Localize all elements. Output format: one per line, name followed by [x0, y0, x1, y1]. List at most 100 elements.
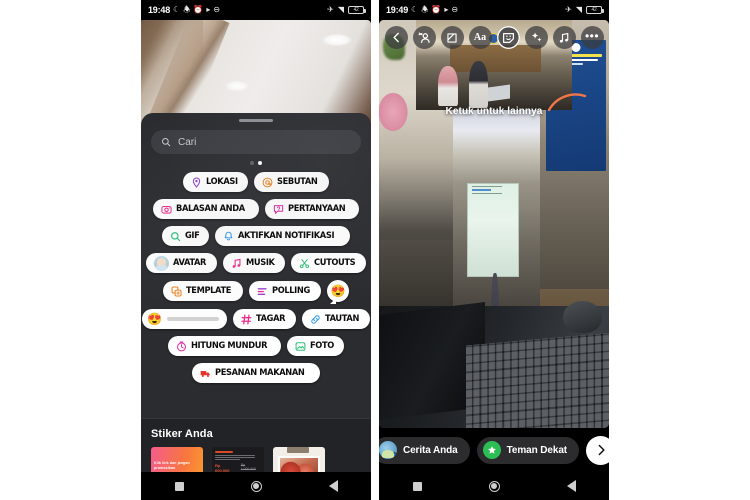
- back-button[interactable]: [384, 26, 408, 49]
- story-share-actions: Cerita Anda Teman Dekat: [379, 428, 609, 472]
- story-editor-canvas[interactable]: Ketuk untuk lainnya: [379, 20, 609, 428]
- sticker-row: GIF AKTIFKAN NOTIFIKASI: [141, 226, 371, 246]
- sticker-row: LOKASI SEBUTAN: [141, 172, 371, 192]
- dnd-icon: ⊖: [451, 5, 459, 14]
- sticker-musik[interactable]: MUSIK: [222, 253, 285, 273]
- sticker-avatar[interactable]: AVATAR: [145, 253, 217, 273]
- music-note-icon: [232, 258, 240, 268]
- sticker-foto[interactable]: FOTO: [287, 336, 345, 356]
- sticker-chip-grid: LOKASI SEBUTAN BALASAN ANDA PERTANYAAN G…: [141, 172, 371, 383]
- thumb-text-line: [215, 454, 255, 456]
- wifi-icon: ◥: [337, 5, 344, 14]
- sticker-label: AVATAR: [172, 257, 206, 268]
- sticker-label: MUSIK: [245, 257, 275, 268]
- sticker-emoji-slider[interactable]: 😍: [142, 309, 228, 329]
- airplane-icon: ✈: [565, 5, 572, 14]
- sticker-button[interactable]: [496, 26, 520, 49]
- sticker-label: HITUNG MUNDUR: [190, 340, 267, 351]
- slider-track[interactable]: [167, 317, 220, 321]
- sticker-sebutan[interactable]: SEBUTAN: [254, 172, 330, 192]
- search-icon: [170, 231, 181, 241]
- back-triangle-icon[interactable]: [328, 480, 338, 492]
- sticker-hitung-mundur[interactable]: HITUNG MUNDUR: [167, 336, 282, 356]
- screen-line: [471, 186, 502, 188]
- my-stickers-title: Stiker Anda: [151, 428, 213, 440]
- sticker-pesanan-makanan[interactable]: PESANAN MAKANAN: [191, 363, 321, 383]
- chevron-right-icon: [598, 444, 605, 456]
- chevron-left-icon: [392, 32, 399, 43]
- status-right-group: ✈ ◥ 42: [327, 5, 366, 14]
- template-icon: [171, 286, 182, 297]
- sticker-lokasi[interactable]: LOKASI: [182, 172, 249, 192]
- play-icon: ▸: [206, 5, 211, 14]
- back-triangle-icon[interactable]: [566, 480, 576, 492]
- sticker-label: BALASAN ANDA: [176, 203, 246, 214]
- music-button[interactable]: [552, 26, 576, 49]
- sticker-row: PESANAN MAKANAN: [141, 363, 371, 383]
- sticker-balasan-anda[interactable]: BALASAN ANDA: [153, 199, 260, 219]
- camera-icon: [161, 205, 173, 214]
- your-story-button[interactable]: Cerita Anda: [379, 436, 470, 464]
- vibrate-mute-icon: 🕭: [421, 5, 429, 14]
- screen-line: [471, 193, 502, 195]
- effects-button[interactable]: [524, 26, 548, 49]
- moon-icon: ☾: [173, 5, 181, 14]
- add-person-icon: [418, 32, 430, 43]
- right-android-nav-bar: [379, 472, 609, 500]
- bell-icon: [224, 231, 232, 240]
- sticker-smiley-icon: [502, 32, 514, 43]
- sticker-label: AKTIFKAN NOTIFIKASI: [237, 230, 335, 241]
- vibrate-mute-icon: 🕭: [183, 5, 191, 14]
- tag-people-button[interactable]: [412, 26, 436, 49]
- recents-square-icon[interactable]: [174, 481, 184, 491]
- screen-bar: [471, 189, 491, 192]
- share-next-button[interactable]: [586, 435, 609, 465]
- sticker-template[interactable]: TEMPLATE: [162, 281, 243, 301]
- battery-icon: 42: [348, 6, 366, 14]
- home-circle-icon[interactable]: [250, 480, 262, 492]
- drag-handle[interactable]: [239, 119, 273, 122]
- page-dot-active[interactable]: [258, 161, 262, 165]
- sticker-gif[interactable]: GIF: [161, 226, 209, 246]
- music-note-icon: [559, 32, 569, 43]
- thumb-text-line: [215, 456, 255, 459]
- sticker-label: TEMPLATE: [185, 285, 231, 296]
- search-input[interactable]: Cari: [151, 130, 361, 154]
- sticker-label: SEBUTAN: [277, 176, 318, 187]
- sticker-tautan[interactable]: TAUTAN: [301, 309, 370, 329]
- text-button[interactable]: Aa: [468, 26, 492, 49]
- sticker-aktifkan-notifikasi[interactable]: AKTIFKAN NOTIFIKASI: [214, 226, 351, 246]
- sticker-label: LOKASI: [205, 176, 238, 187]
- person-right: [468, 61, 488, 108]
- right-status-bar: 19:49 ☾ 🕭 ⏰ ▸ ⊖ ✈ ◥ 42: [379, 0, 609, 20]
- sticker-tagar[interactable]: TAGAR: [233, 309, 296, 329]
- sticker-label: FOTO: [310, 340, 335, 351]
- resize-button[interactable]: [440, 26, 464, 49]
- sticker-polling[interactable]: POLLING: [248, 281, 322, 301]
- sticker-label: PERTANYAAN: [288, 203, 346, 214]
- polaroid-tape: [287, 447, 309, 453]
- sticker-cutouts[interactable]: CUTOUTS: [290, 253, 367, 273]
- poll-bars-icon: [257, 287, 267, 295]
- countdown-clock-icon: [176, 340, 186, 351]
- story-editor-toolbar: Aa •••: [379, 26, 609, 49]
- sticker-label: PESANAN MAKANAN: [214, 367, 305, 378]
- home-circle-icon[interactable]: [488, 480, 500, 492]
- sticker-thumb-caption: Klik link dan jangan promosikan: [154, 461, 190, 470]
- battery-level: 42: [353, 7, 359, 13]
- alarm-icon: ⏰: [431, 5, 442, 14]
- status-left-group: 19:48 ☾ 🕭 ⏰ ▸ ⊖: [148, 5, 220, 15]
- sticker-pertanyaan[interactable]: PERTANYAAN: [265, 199, 359, 219]
- close-friends-button[interactable]: Teman Dekat: [476, 436, 580, 464]
- story-badge-icon: [389, 452, 397, 459]
- recents-square-icon[interactable]: [412, 481, 422, 491]
- sticker-label: GIF: [184, 230, 200, 241]
- more-button[interactable]: •••: [580, 26, 604, 49]
- status-time: 19:49: [386, 5, 409, 15]
- page-dot[interactable]: [250, 161, 254, 165]
- laptop-keyboard: [466, 332, 609, 428]
- sticker-row: BALASAN ANDA PERTANYAAN: [141, 199, 371, 219]
- sticker-emoji-reaction[interactable]: 😍: [327, 280, 350, 302]
- close-friends-label: Teman Dekat: [506, 444, 568, 456]
- moon-icon: ☾: [411, 5, 419, 14]
